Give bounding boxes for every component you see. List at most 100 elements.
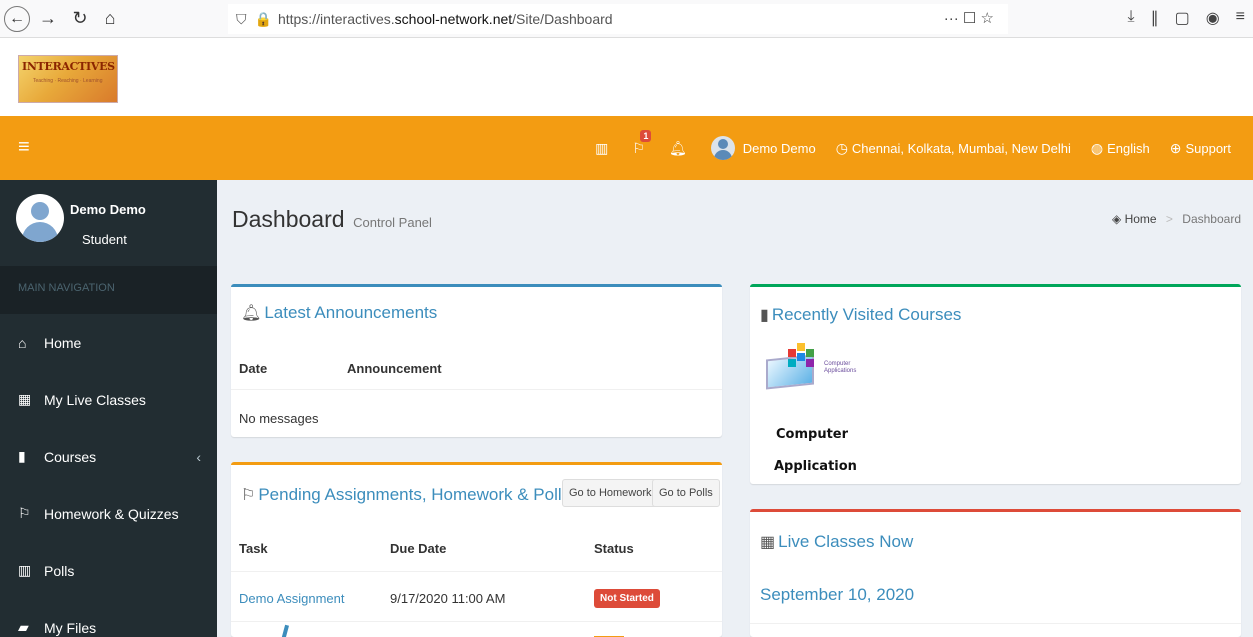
sidebar-item-label: My Live Classes	[44, 391, 146, 408]
notifications-button[interactable]: 🔔︎	[659, 116, 701, 180]
top-navbar: ≡ ▥ ⚐ 1 🔔︎ Demo Demo ◷ Chennai, Kolkata,…	[0, 116, 1253, 180]
due-date: 9/17/2020 11:00 AM	[390, 591, 506, 606]
user-name: Demo Demo	[742, 140, 816, 156]
book-icon: ▮	[18, 448, 26, 464]
sidebar-item-label: My Files	[44, 619, 97, 636]
logo-subtext: Teaching · Reaching · Learning	[33, 78, 103, 84]
sidebar-item-courses[interactable]: ▮ Courses ‹	[0, 428, 217, 485]
live-classes-title: Live Classes Now	[778, 532, 914, 551]
column-header-announcement: Announcement	[347, 361, 442, 376]
pencil-icon	[280, 624, 290, 637]
browser-menu-icons: ⤓ ∥ ▢ ◉ ≡	[1127, 8, 1245, 28]
reload-icon[interactable]: ↻	[68, 8, 92, 29]
course-name-line2[interactable]: Application	[774, 459, 857, 474]
task-link[interactable]: Demo Assignment	[239, 591, 345, 606]
breadcrumb-separator: >	[1165, 212, 1173, 226]
divider	[231, 621, 722, 622]
url-prefix: https://interactives.	[277, 11, 395, 27]
sidebar-item-files[interactable]: ▰ My Files	[0, 599, 217, 637]
locations-text: Chennai, Kolkata, Mumbai, New Delhi	[851, 140, 1071, 156]
book-icon: ▮	[760, 307, 769, 324]
home-icon: ⌂	[18, 334, 27, 351]
language-text: English	[1107, 140, 1150, 156]
sidebar-item-label: Homework & Quizzes	[44, 505, 179, 522]
box-title: ⚐ Pending Assignments, Homework & Polls	[241, 485, 570, 505]
bell-icon: 🔔︎	[241, 305, 262, 322]
sidebar-item-label: Polls	[44, 562, 75, 579]
language-menu[interactable]: ◍ English	[1081, 116, 1160, 180]
go-to-polls-button[interactable]: Go to Polls	[652, 479, 720, 507]
clock-icon: ◷	[835, 139, 848, 156]
nav-header: MAIN NAVIGATION	[0, 266, 217, 314]
logo-text: INTERACTIVES	[22, 60, 115, 73]
globe-icon: ◍	[1090, 139, 1104, 156]
page-subtitle: Control Panel	[353, 215, 432, 230]
stats-button[interactable]: ▥	[585, 116, 622, 180]
sidebar-toggle-icon[interactable]: ▢	[1175, 8, 1190, 28]
user-menu[interactable]: Demo Demo	[701, 116, 826, 180]
sidebar-item-live-classes[interactable]: ▦ My Live Classes	[0, 371, 217, 428]
calendar-icon: ▦	[18, 391, 32, 407]
divider	[231, 389, 722, 390]
box-title: ▮ Recently Visited Courses	[760, 305, 961, 325]
sidebar-item-home[interactable]: ⌂ Home	[0, 314, 217, 371]
divider	[231, 571, 722, 572]
menu-icon[interactable]: ≡	[1236, 8, 1245, 28]
sidebar: Demo Demo Student MAIN NAVIGATION ⌂ Home…	[0, 180, 217, 637]
announcements-box: 🔔︎ Latest Announcements Date Announcemen…	[231, 284, 722, 437]
bell-icon: 🔔︎	[668, 139, 687, 156]
bar-chart-icon: ▥	[595, 139, 609, 156]
page-title: Dashboard	[232, 206, 345, 232]
breadcrumb: ◈ Home > Dashboard	[1112, 212, 1241, 226]
library-icon[interactable]: ∥	[1151, 8, 1159, 28]
chevron-left-icon: ‹	[196, 448, 201, 465]
live-classes-date: September 10, 2020	[760, 585, 915, 604]
flag-icon: ⚐	[632, 139, 645, 156]
user-panel: Demo Demo Student	[0, 180, 217, 266]
lock-icon: 🔒	[254, 10, 272, 27]
sidebar-user-name: Demo Demo	[70, 202, 146, 217]
forward-arrow-icon[interactable]: →	[36, 8, 60, 29]
sidebar-item-homework[interactable]: ⚐ Homework & Quizzes	[0, 485, 217, 542]
assignments-title: Pending Assignments, Homework & Polls	[258, 485, 571, 504]
breadcrumb-current: Dashboard	[1182, 212, 1241, 226]
course-thumbnail[interactable]: Computer Applications	[762, 343, 862, 399]
support-link[interactable]: ⊕ Support	[1160, 116, 1241, 180]
column-header-status: Status	[594, 541, 634, 556]
timezone-menu[interactable]: ◷ Chennai, Kolkata, Mumbai, New Delhi	[826, 116, 1081, 180]
page-actions-icon[interactable]: ··· ☐ ☆	[944, 9, 994, 27]
go-to-homework-button[interactable]: Go to Homework	[562, 479, 659, 507]
hamburger-menu-icon[interactable]: ≡	[18, 136, 30, 159]
logo-strip: INTERACTIVES Teaching · Reaching · Learn…	[0, 38, 1253, 116]
avatar	[16, 194, 64, 242]
site-logo[interactable]: INTERACTIVES Teaching · Reaching · Learn…	[18, 55, 118, 103]
bar-chart-icon: ▥	[18, 562, 32, 578]
assignments-box: ⚐ Pending Assignments, Homework & Polls …	[231, 462, 722, 637]
flag-icon: ⚐	[241, 487, 256, 504]
account-icon[interactable]: ◉	[1206, 8, 1220, 28]
folder-icon: ▰	[18, 619, 29, 635]
sidebar-user-role: Student	[82, 232, 127, 247]
calendar-icon: ▦	[760, 534, 776, 551]
box-title: ▦ Live Classes Now	[760, 532, 913, 552]
course-name-line1[interactable]: Computer	[776, 427, 848, 442]
sidebar-item-polls[interactable]: ▥ Polls	[0, 542, 217, 599]
dashboard-icon: ◈	[1111, 212, 1122, 226]
notification-badge: 1	[640, 130, 652, 142]
column-header-due-date: Due Date	[390, 541, 447, 556]
sidebar-item-label: Home	[44, 334, 82, 351]
status-badge: Not Started	[594, 589, 660, 608]
home-icon[interactable]: ⌂	[98, 8, 122, 29]
flags-button[interactable]: ⚐ 1	[622, 116, 659, 180]
divider	[750, 623, 1241, 624]
address-bar[interactable]: ⛉ 🔒 https://interactives. school-network.…	[228, 4, 1008, 34]
breadcrumb-home[interactable]: Home	[1125, 212, 1157, 226]
download-icon[interactable]: ⤓	[1127, 8, 1134, 28]
back-arrow-icon[interactable]: ←	[4, 5, 30, 32]
shield-icon: ⛉	[236, 10, 247, 27]
url-path: /Site/Dashboard	[512, 11, 613, 27]
flag-icon: ⚐	[18, 505, 31, 521]
lifebuoy-icon: ⊕	[1169, 139, 1182, 156]
announcements-title: Latest Announcements	[264, 303, 438, 322]
support-text: Support	[1185, 140, 1231, 156]
